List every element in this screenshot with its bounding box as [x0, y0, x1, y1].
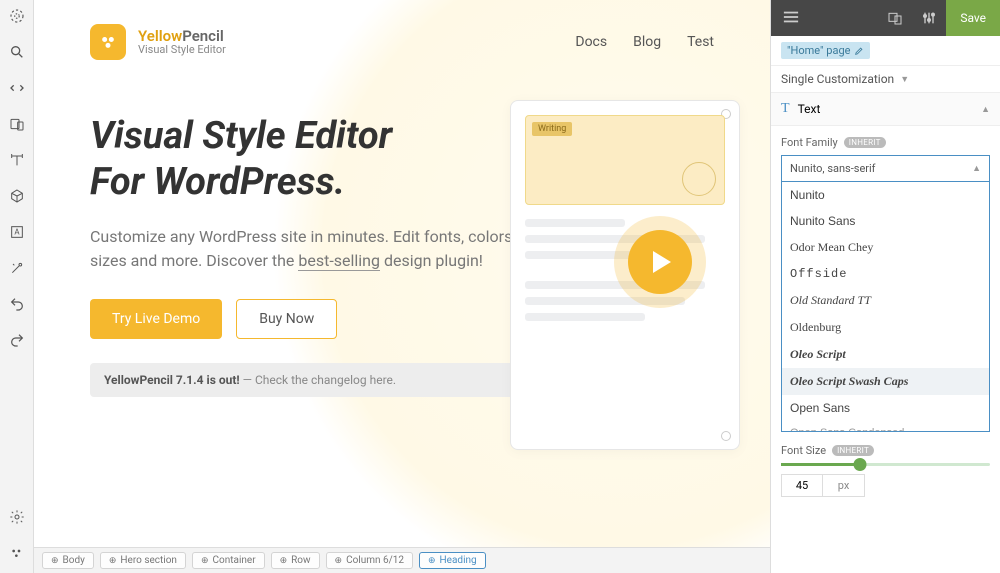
hero-description: Customize any WordPress site in minutes.… — [90, 225, 538, 273]
hero-heading[interactable]: Visual Style EditorFor WordPress. — [90, 114, 538, 205]
measure-icon[interactable] — [7, 150, 27, 170]
search-icon[interactable] — [7, 42, 27, 62]
inherit-badge: INHERIT — [844, 137, 886, 148]
text-icon[interactable]: A — [7, 222, 27, 242]
page-badge-row: "Home" page — [771, 36, 1000, 66]
text-section-header[interactable]: T Text ▲ — [771, 93, 1000, 126]
redo-icon[interactable] — [7, 330, 27, 350]
font-option[interactable]: Open Sans Condensed — [782, 421, 989, 432]
customization-scope[interactable]: Single Customization ▼ — [771, 66, 1000, 93]
breadcrumb-item[interactable]: ⊕Container — [192, 552, 265, 569]
devices-icon[interactable] — [7, 114, 27, 134]
font-option[interactable]: Odor Mean Chey — [782, 234, 989, 261]
breadcrumb-item[interactable]: ⊕Column 6/12 — [326, 552, 413, 569]
undo-icon[interactable] — [7, 294, 27, 314]
preview-label: Writing — [532, 122, 572, 136]
logo-mark-icon — [90, 24, 126, 60]
breadcrumb-item[interactable]: ⊕Hero section — [100, 552, 186, 569]
home-page-badge[interactable]: "Home" page — [781, 42, 870, 59]
font-option[interactable]: Nunito — [782, 182, 989, 208]
font-option[interactable]: Oleo Script — [782, 341, 989, 368]
font-option[interactable]: Offside — [782, 261, 989, 287]
logo-subtitle: Visual Style Editor — [138, 44, 226, 56]
cube-icon[interactable] — [7, 186, 27, 206]
save-button[interactable]: Save — [946, 0, 1000, 36]
breadcrumb-bar: ⊕Body ⊕Hero section ⊕Container ⊕Row ⊕Col… — [34, 547, 770, 573]
left-toolbar: A — [0, 0, 34, 573]
logo-name-b: Pencil — [182, 27, 224, 45]
breadcrumb-item[interactable]: ⊕Body — [42, 552, 94, 569]
code-icon[interactable] — [7, 78, 27, 98]
magic-icon[interactable] — [7, 258, 27, 278]
breadcrumb-item[interactable]: ⊕Heading — [419, 552, 486, 569]
logo-name-a: Yellow — [138, 27, 182, 45]
menu-icon[interactable] — [771, 10, 811, 27]
panel-toolbar: Save — [771, 0, 1000, 36]
font-option[interactable]: Oldenburg — [782, 314, 989, 341]
logo[interactable]: YellowPencil Visual Style Editor — [90, 24, 226, 60]
responsive-icon[interactable] — [878, 0, 912, 36]
font-size-slider[interactable] — [781, 463, 990, 466]
breadcrumb-item[interactable]: ⊕Row — [271, 552, 320, 569]
font-option[interactable]: Oleo Script Swash Caps — [782, 368, 989, 395]
site-header: YellowPencil Visual Style Editor Docs Bl… — [34, 0, 770, 84]
font-family-dropdown[interactable]: Nunito Nunito Sans Odor Mean Chey Offsid… — [781, 182, 990, 432]
font-size-label: Font SizeINHERIT — [781, 444, 990, 457]
selector-icon[interactable] — [7, 6, 27, 26]
gear-icon[interactable] — [7, 507, 27, 527]
font-size-unit[interactable]: px — [823, 474, 865, 497]
text-section-icon: T — [781, 101, 790, 117]
style-panel: Save "Home" page Single Customization ▼ … — [770, 0, 1000, 573]
changelog-notice: YellowPencil 7.1.4 is out! — Check the c… — [90, 363, 538, 397]
font-option[interactable]: Old Standard TT — [782, 287, 989, 314]
collapse-icon: ▲ — [981, 104, 990, 115]
play-button[interactable] — [628, 230, 692, 294]
buy-now-button[interactable]: Buy Now — [236, 299, 337, 339]
nav-blog[interactable]: Blog — [633, 34, 661, 50]
try-demo-button[interactable]: Try Live Demo — [90, 299, 222, 339]
canvas-area: YellowPencil Visual Style Editor Docs Bl… — [34, 0, 770, 573]
font-family-select[interactable]: Nunito, sans-serif▲ — [781, 155, 990, 182]
site-nav: Docs Blog Test — [575, 34, 714, 50]
font-family-label: Font FamilyINHERIT — [781, 136, 990, 149]
nav-docs[interactable]: Docs — [575, 34, 607, 50]
preview-card: Writing — [510, 100, 740, 450]
font-option[interactable]: Nunito Sans — [782, 208, 989, 234]
svg-text:A: A — [14, 228, 20, 237]
nav-test[interactable]: Test — [687, 34, 714, 50]
font-option[interactable]: Open Sans — [782, 395, 989, 421]
font-size-value[interactable] — [781, 474, 823, 497]
dots-icon[interactable] — [7, 543, 27, 563]
sliders-icon[interactable] — [912, 0, 946, 36]
